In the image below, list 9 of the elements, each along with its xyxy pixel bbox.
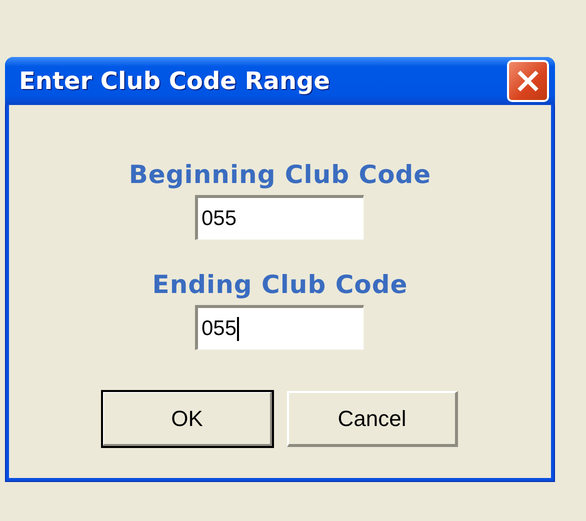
window-title: Enter Club Code Range [19, 67, 330, 95]
field-label: Beginning Club Code [128, 159, 432, 191]
close-button[interactable] [507, 60, 549, 102]
close-icon [516, 69, 540, 93]
ok-button[interactable]: OK [102, 391, 273, 447]
input-field[interactable]: 055 [195, 305, 364, 350]
field-label: Ending Club Code [152, 269, 408, 301]
input-field[interactable]: 055 [195, 195, 364, 240]
cancel-button[interactable]: Cancel [287, 391, 458, 447]
